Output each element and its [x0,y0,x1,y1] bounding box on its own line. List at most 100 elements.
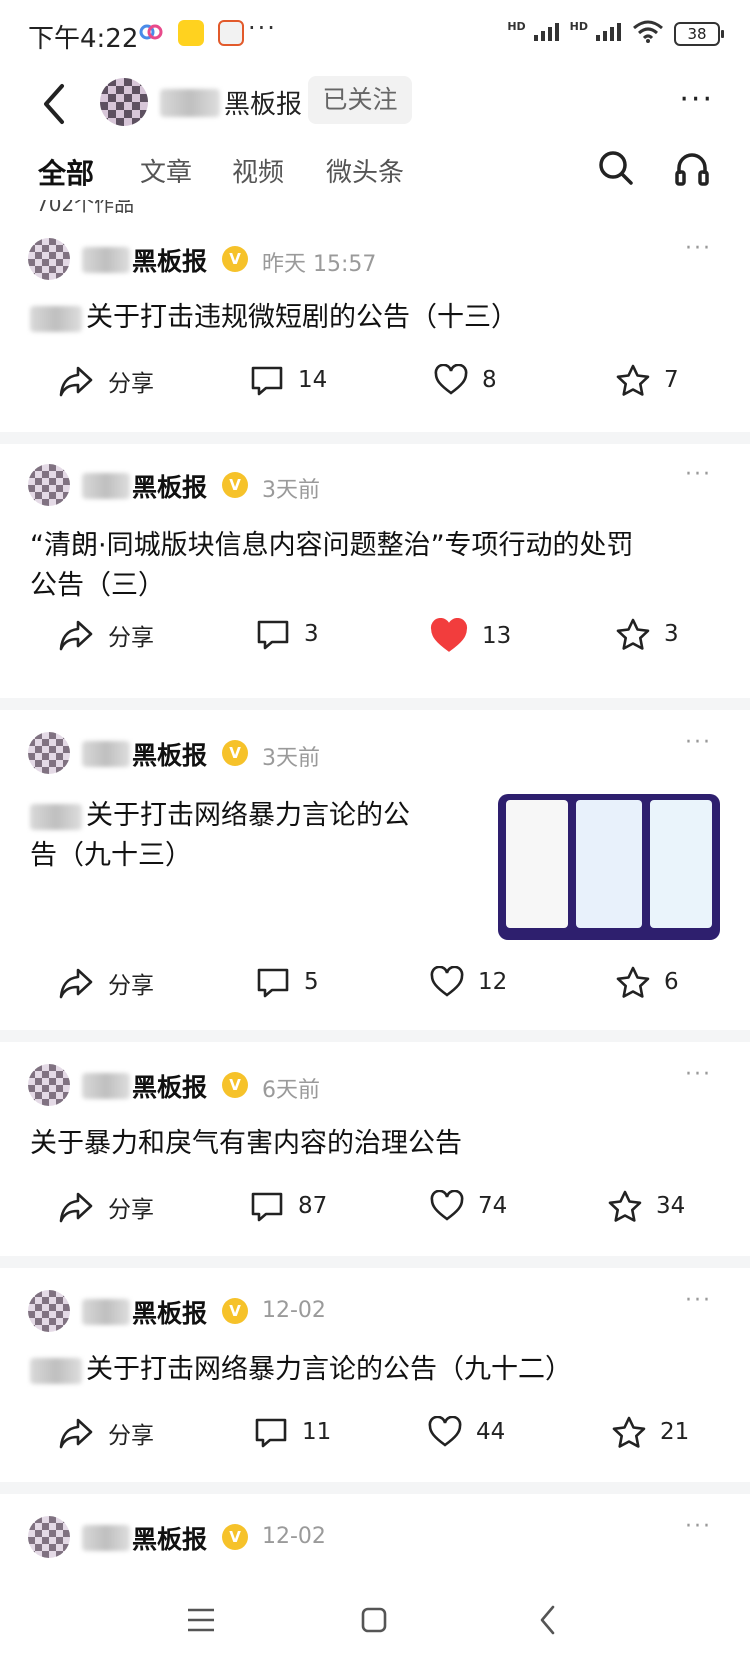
share-button[interactable]: 分享 [58,618,154,652]
author-name[interactable]: 黑板报 [82,1068,207,1104]
author-name-text: 黑板报 [132,1525,208,1554]
menu-icon[interactable] [186,1606,216,1638]
avatar[interactable] [28,1516,70,1558]
avatar[interactable] [28,1064,70,1106]
post-thumbnail[interactable] [498,794,720,940]
avatar[interactable] [28,238,70,280]
post-menu-icon[interactable]: ··· [685,1288,712,1313]
share-button[interactable]: 分享 [58,364,154,398]
like-button[interactable]: 44 [428,1416,505,1448]
post-title[interactable]: “清朗·同城版块信息内容问题整治”专项行动的处罚 公告（三） [30,526,634,606]
share-icon [59,620,93,651]
avatar[interactable] [28,732,70,774]
share-button[interactable]: 分享 [58,1416,154,1450]
favorite-button[interactable]: 21 [612,1416,689,1448]
comment-button[interactable]: 14 [250,364,327,396]
tab-videos[interactable]: 视频 [232,152,284,189]
author-name-text: 黑板报 [132,247,208,276]
verified-badge-icon: V [222,472,248,498]
comment-icon [257,620,289,650]
back-nav-icon[interactable] [538,1604,558,1640]
redacted-name-prefix [160,88,220,117]
post-title-text: 关于打击违规微短剧的公告（十三） [86,302,518,333]
comment-icon [255,1418,287,1448]
home-icon[interactable] [360,1606,388,1638]
post-title-line1: “清朗·同城版块信息内容问题整治”专项行动的处罚 [30,530,634,561]
share-button[interactable]: 分享 [58,1190,154,1224]
post-time: 3天前 [262,746,320,771]
following-button[interactable]: 已关注 [308,76,412,124]
post-time: 昨天 15:57 [262,252,377,277]
redacted-name-prefix [82,473,130,499]
post-card[interactable]: 黑板报 V 12-02 ··· 关于打击网络暴力言论的公告（九十二） 分享 11… [0,1268,750,1482]
system-navigation-bar [0,1582,750,1666]
post-menu-icon[interactable]: ··· [685,462,712,487]
share-button[interactable]: 分享 [58,966,154,1000]
like-button-liked[interactable]: 13 [430,618,511,654]
star-icon [616,618,650,650]
post-card[interactable]: 黑板报 V 6天前 ··· 关于暴力和戾气有害内容的治理公告 分享 87 74 … [0,1042,750,1256]
share-label: 分享 [108,973,154,999]
author-name[interactable]: 黑板报 [82,242,207,278]
post-title-text: 关于暴力和戾气有害内容的治理公告 [30,1128,462,1159]
like-button[interactable]: 74 [430,1190,507,1222]
comment-button[interactable]: 3 [256,618,319,650]
post-menu-icon[interactable]: ··· [685,730,712,755]
post-card[interactable]: 黑板报 V 3天前 ··· “清朗·同城版块信息内容问题整治”专项行动的处罚 公… [0,444,750,698]
post-title[interactable]: 关于打击网络暴力言论的公告（九十二） [30,1350,572,1390]
avatar[interactable] [28,1290,70,1332]
comment-button[interactable]: 5 [256,966,319,998]
post-title[interactable]: 关于打击网络暴力言论的公 告（九十三） [30,796,470,876]
author-name-text: 黑板报 [132,473,208,502]
like-button[interactable]: 8 [434,364,497,396]
redacted-prefix [30,305,82,332]
favorite-button[interactable]: 3 [616,618,679,650]
avatar[interactable] [28,464,70,506]
author-name[interactable]: 黑板报 [82,1520,207,1556]
post-title[interactable]: 关于打击违规微短剧的公告（十三） [30,298,518,338]
author-name[interactable]: 黑板报 [82,468,207,504]
comment-icon [251,1192,283,1222]
heart-icon [428,1416,462,1447]
profile-avatar[interactable] [100,78,148,126]
status-right: HD HD 38 [507,20,724,48]
like-button[interactable]: 12 [430,966,507,998]
search-icon[interactable] [596,148,636,192]
heart-filled-icon [430,618,468,652]
comment-button[interactable]: 87 [250,1190,327,1222]
signal-icon-2 [594,21,622,47]
more-options-button[interactable]: ··· [679,82,714,117]
redacted-name-prefix [82,1299,130,1325]
favorite-count: 34 [656,1193,686,1219]
post-menu-icon[interactable]: ··· [685,1062,712,1087]
share-icon [59,1418,93,1449]
post-card[interactable]: 黑板报 V 3天前 ··· 关于打击网络暴力言论的公 告（九十三） 分享 5 1… [0,710,750,1030]
post-card[interactable]: 黑板报 V 昨天 15:57 ··· 关于打击违规微短剧的公告（十三） 分享 1… [0,214,750,432]
post-menu-icon[interactable]: ··· [685,1514,712,1539]
tab-all[interactable]: 全部 [38,152,94,192]
hd-label-2: HD [569,20,588,33]
post-menu-icon[interactable]: ··· [685,236,712,261]
redacted-prefix [30,803,82,830]
headphones-icon[interactable] [672,148,712,192]
author-name[interactable]: 黑板报 [82,736,207,772]
post-card[interactable]: 黑板报 V 12-02 ··· [0,1494,750,1582]
favorite-button[interactable]: 6 [616,966,679,998]
author-name[interactable]: 黑板报 [82,1294,207,1330]
post-title-line1: 关于打击网络暴力言论的公 [86,800,410,831]
post-title-text: 关于打击网络暴力言论的公告（九十二） [86,1354,572,1385]
favorite-button[interactable]: 34 [608,1190,685,1222]
profile-name: 黑板报 [160,84,302,121]
favorite-button[interactable]: 7 [616,364,679,396]
favorite-count: 6 [664,969,679,995]
back-button[interactable] [36,78,76,130]
tab-micro-posts[interactable]: 微头条 [326,152,404,189]
wifi-icon [632,20,664,48]
share-icon [59,968,93,999]
favorite-count: 21 [660,1419,690,1445]
comment-button[interactable]: 11 [254,1416,331,1448]
post-title[interactable]: 关于暴力和戾气有害内容的治理公告 [30,1124,462,1164]
tab-articles[interactable]: 文章 [140,152,192,189]
post-time: 12-02 [262,1298,326,1323]
redacted-name-prefix [82,1525,130,1551]
